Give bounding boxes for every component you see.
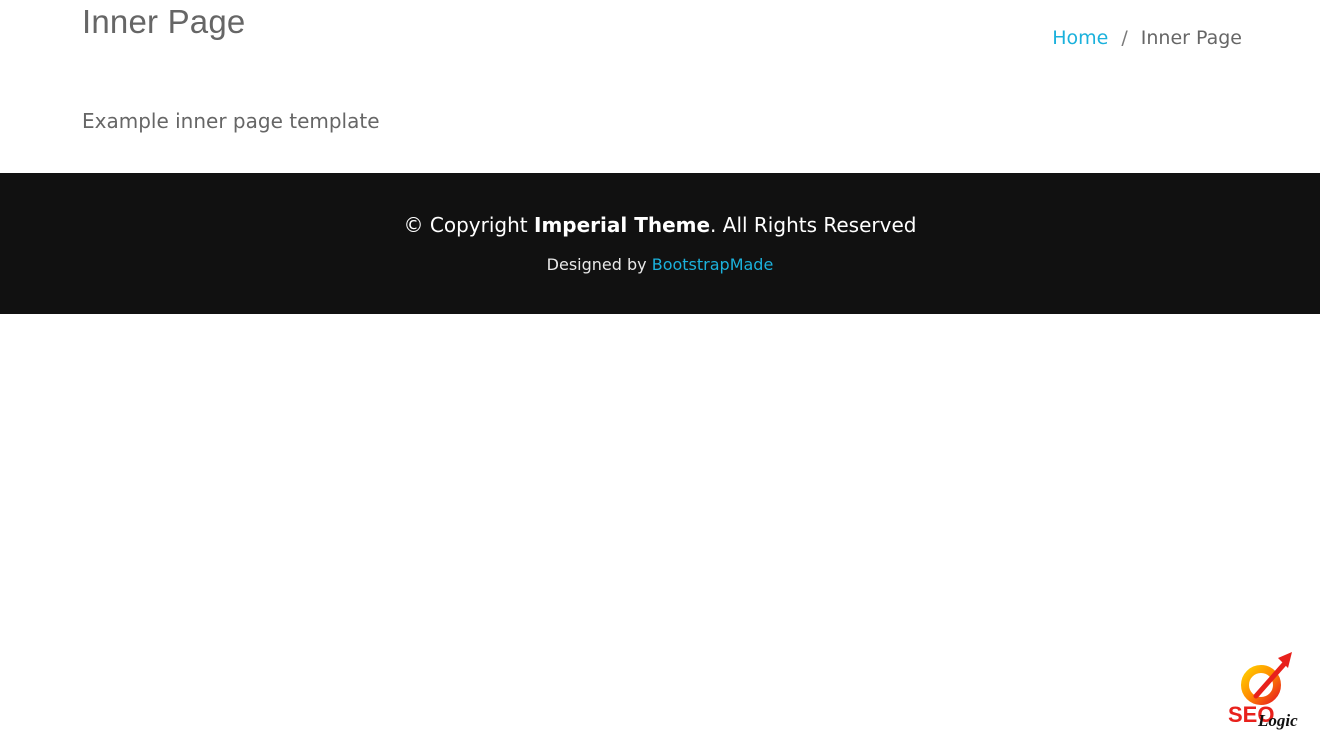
footer: © Copyright Imperial Theme. All Rights R… bbox=[0, 173, 1320, 314]
designer-link[interactable]: BootstrapMade bbox=[652, 255, 774, 274]
copyright-suffix: . All Rights Reserved bbox=[710, 213, 917, 237]
seo-logic-logo-icon: SEO Logic bbox=[1228, 652, 1298, 730]
page-header: Inner Page Home / Inner Page Example inn… bbox=[0, 0, 1320, 173]
copyright-brand: Imperial Theme bbox=[534, 213, 711, 237]
copyright-text: © Copyright Imperial Theme. All Rights R… bbox=[0, 213, 1320, 237]
credits-text: Designed by BootstrapMade bbox=[0, 255, 1320, 274]
logo-text-logic: Logic bbox=[1257, 711, 1298, 730]
copyright-prefix: © Copyright bbox=[403, 213, 534, 237]
breadcrumb: Home / Inner Page bbox=[1052, 27, 1242, 49]
page: Inner Page Home / Inner Page Example inn… bbox=[0, 0, 1320, 742]
intro-text: Example inner page template bbox=[82, 109, 380, 133]
breadcrumb-home-link[interactable]: Home bbox=[1052, 27, 1108, 49]
breadcrumb-current: Inner Page bbox=[1140, 27, 1242, 49]
designed-by-label: Designed by bbox=[546, 255, 652, 274]
logo-ring-shape bbox=[1241, 665, 1281, 705]
page-title: Inner Page bbox=[82, 3, 246, 40]
breadcrumb-separator: / bbox=[1121, 27, 1128, 49]
